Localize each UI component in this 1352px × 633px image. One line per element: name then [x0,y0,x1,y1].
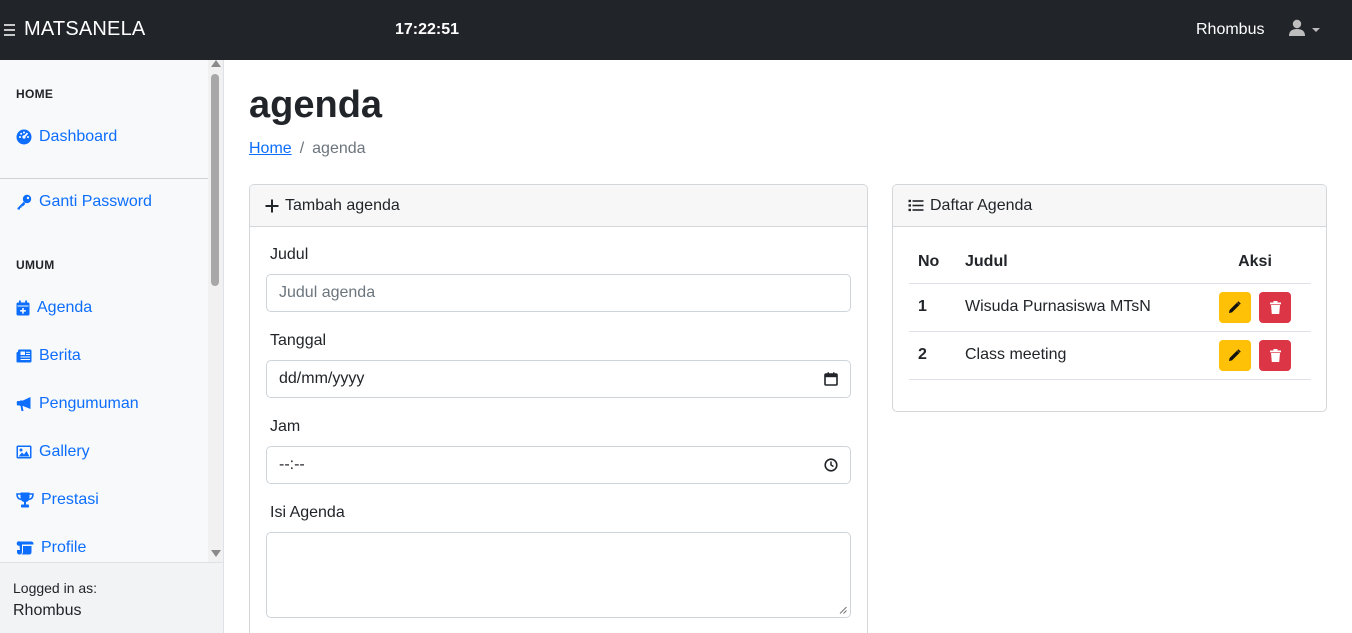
breadcrumb: Home / agenda [249,140,366,158]
column-header-judul: Judul [956,241,1199,284]
sidebar-item-ganti-password[interactable]: Ganti Password [16,193,152,211]
agenda-list-title: Daftar Agenda [930,196,1033,214]
pencil-icon [1229,300,1242,313]
sidebar-item-label: Pengumuman [39,395,139,412]
row-actions [1199,331,1311,380]
edit-button[interactable] [1218,339,1251,371]
add-agenda-title: Tambah agenda [285,196,400,214]
user-icon [1289,19,1305,36]
breadcrumb-current: agenda [312,140,366,157]
add-agenda-header: Tambah agenda [250,185,867,227]
tanggal-label: Tanggal [270,332,327,349]
sidebar-item-label: Prestasi [41,491,99,508]
calendar-picker-icon[interactable] [824,372,838,386]
chevron-down-icon [1312,28,1320,32]
trophy-icon [16,492,34,508]
logged-in-user: Rhombus [13,602,82,619]
sidebar-item-label: Agenda [37,299,93,316]
sidebar-item-label: Gallery [39,443,90,460]
jam-value: --:-- [279,456,305,473]
sidebar-scrollbar[interactable] [208,60,223,562]
table-row: 2 Class meeting [909,331,1311,380]
column-header-no: No [909,241,956,284]
scroll-up-arrow-icon[interactable] [211,60,221,67]
row-judul: Class meeting [956,331,1199,380]
sidebar-item-label: Dashboard [39,128,118,145]
megaphone-icon [16,397,31,411]
isi-agenda-label: Isi Agenda [270,504,345,521]
resize-grip-icon[interactable] [839,606,847,614]
breadcrumb-separator: / [299,140,305,157]
sidebar-item-prestasi[interactable]: Prestasi [16,491,99,509]
scroll-icon [16,541,34,555]
row-no: 2 [909,331,956,380]
sidebar-toggle-icon[interactable] [4,20,16,40]
sidebar-item-profile[interactable]: Profile [16,539,86,557]
top-navbar: MATSANELA 17:22:51 Rhombus [0,0,1352,60]
row-judul: Wisuda Purnasiswa MTsN [956,283,1199,332]
jam-label: Jam [270,418,301,435]
logged-in-label: Logged in as: [13,580,98,596]
agenda-list-card: Daftar Agenda No Judul Aksi 1 Wisuda Pur… [892,184,1327,412]
plus-icon [265,199,279,212]
scrollbar-thumb[interactable] [211,74,219,286]
page-title: agenda [249,84,383,126]
clock-icon[interactable] [824,458,838,472]
judul-label: Judul [270,246,309,263]
key-icon [17,194,32,210]
row-actions [1199,283,1311,332]
breadcrumb-home-link[interactable]: Home [249,140,292,158]
sidebar-item-dashboard[interactable]: Dashboard [16,128,117,146]
column-header-aksi: Aksi [1199,241,1311,284]
pencil-icon [1229,348,1242,361]
tanggal-input[interactable]: dd/mm/yyyy [266,360,851,398]
navbar-username: Rhombus [1196,21,1265,38]
sidebar: HOME Dashboard Ganti Password UMUM Agend… [0,60,224,633]
sidebar-divider [0,178,208,179]
delete-button[interactable] [1259,291,1292,323]
sidebar-heading-home: HOME [16,87,54,101]
row-no: 1 [909,283,956,332]
agenda-list-header: Daftar Agenda [893,185,1326,227]
brand-logo-text[interactable]: MATSANELA [24,18,145,41]
trash-icon [1269,348,1281,362]
sidebar-menu: HOME Dashboard Ganti Password UMUM Agend… [0,60,208,562]
sidebar-footer: Logged in as: Rhombus [0,562,223,633]
sidebar-heading-umum: UMUM [16,258,55,272]
scroll-down-arrow-icon[interactable] [211,550,221,557]
add-agenda-card: Tambah agenda Judul Judul agenda Tanggal… [249,184,868,633]
table-row: 1 Wisuda Purnasiswa MTsN [909,283,1311,332]
tanggal-value: dd/mm/yyyy [279,370,365,387]
sidebar-item-pengumuman[interactable]: Pengumuman [16,395,139,413]
calendar-icon [16,300,30,316]
sidebar-item-label: Ganti Password [39,193,152,210]
newspaper-icon [16,349,32,363]
clock: 17:22:51 [395,21,460,38]
judul-placeholder: Judul agenda [279,284,376,301]
judul-input[interactable]: Judul agenda [266,274,851,312]
edit-button[interactable] [1218,291,1251,323]
user-menu-dropdown[interactable] [1286,18,1322,42]
list-icon [908,199,924,212]
table-header-row: No Judul Aksi [909,241,1311,284]
jam-input[interactable]: --:-- [266,446,851,484]
sidebar-item-label: Profile [41,539,87,556]
sidebar-item-berita[interactable]: Berita [16,347,81,365]
sidebar-item-label: Berita [39,347,81,364]
isi-agenda-textarea[interactable] [266,532,851,618]
agenda-table: No Judul Aksi 1 Wisuda Purnasiswa MTsN 2… [909,241,1311,380]
trash-icon [1269,300,1281,314]
dashboard-icon [16,129,32,145]
sidebar-item-gallery[interactable]: Gallery [16,443,90,461]
image-icon [16,445,32,459]
sidebar-item-agenda[interactable]: Agenda [16,299,92,317]
delete-button[interactable] [1259,339,1292,371]
